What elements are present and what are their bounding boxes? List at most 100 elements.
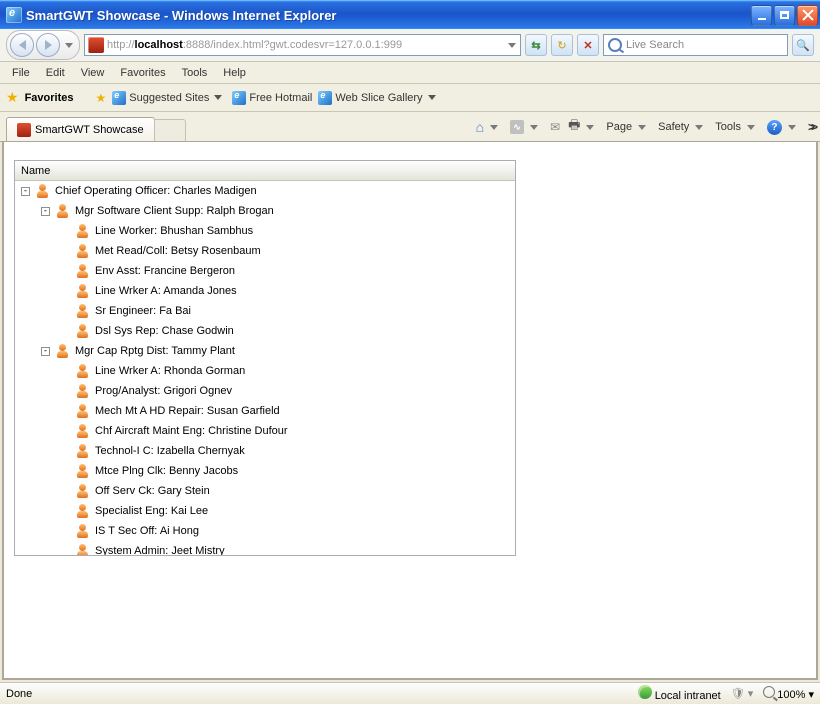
- favorites-label[interactable]: Favorites: [25, 92, 74, 104]
- tree-node[interactable]: Technol-I C: Izabella Chernyak: [15, 441, 515, 461]
- security-zone[interactable]: Local intranet: [638, 685, 721, 702]
- browser-tab[interactable]: SmartGWT Showcase: [6, 117, 155, 141]
- close-button[interactable]: [797, 5, 818, 26]
- tree-node-label: Met Read/Coll: Betsy Rosenbaum: [95, 245, 261, 257]
- add-favorite-icon[interactable]: ★: [95, 91, 106, 105]
- tree-node[interactable]: -Chief Operating Officer: Charles Madige…: [15, 181, 515, 201]
- free-hotmail-link[interactable]: Free Hotmail: [232, 91, 312, 105]
- search-box[interactable]: Live Search: [603, 34, 788, 56]
- window-title: SmartGWT Showcase - Windows Internet Exp…: [26, 8, 751, 23]
- menu-file[interactable]: File: [4, 64, 38, 82]
- ie-link-icon: [318, 91, 332, 105]
- tree-node[interactable]: Dsl Sys Rep: Chase Godwin: [15, 321, 515, 341]
- collapse-icon[interactable]: -: [41, 347, 50, 356]
- protected-mode-button[interactable]: 🛡 ▾: [731, 687, 754, 700]
- person-icon: [75, 323, 91, 339]
- tree-node-label: Prog/Analyst: Grigori Ognev: [95, 385, 232, 397]
- web-slice-gallery-link[interactable]: Web Slice Gallery: [318, 91, 439, 105]
- forward-button[interactable]: [36, 33, 60, 57]
- tree-node[interactable]: Off Serv Ck: Gary Stein: [15, 481, 515, 501]
- home-button[interactable]: ⌂: [476, 119, 502, 135]
- overflow-button[interactable]: >>: [808, 120, 814, 134]
- minimize-button[interactable]: [751, 5, 772, 26]
- favorites-bar: ★ Favorites ★ Suggested Sites Free Hotma…: [0, 84, 820, 112]
- person-icon: [75, 263, 91, 279]
- maximize-button[interactable]: [774, 5, 795, 26]
- page-menu[interactable]: Page: [606, 121, 650, 133]
- search-placeholder: Live Search: [626, 39, 684, 51]
- tree-node-label: Off Serv Ck: Gary Stein: [95, 485, 210, 497]
- tree-node[interactable]: Mech Mt A HD Repair: Susan Garfield: [15, 401, 515, 421]
- tree-node[interactable]: IS T Sec Off: Ai Hong: [15, 521, 515, 541]
- zoom-control[interactable]: 100% ▾: [763, 686, 814, 701]
- refresh-button[interactable]: ↻: [551, 34, 573, 56]
- menu-bar: File Edit View Favorites Tools Help: [0, 62, 820, 84]
- tree-node[interactable]: Sr Engineer: Fa Bai: [15, 301, 515, 321]
- tree-node[interactable]: Line Wrker A: Amanda Jones: [15, 281, 515, 301]
- safety-menu[interactable]: Safety: [658, 121, 707, 133]
- tree-column-header[interactable]: Name: [15, 161, 515, 181]
- tree-node[interactable]: - Mgr Software Client Supp: Ralph Brogan: [15, 201, 515, 221]
- tree-node[interactable]: Met Read/Coll: Betsy Rosenbaum: [15, 241, 515, 261]
- window-titlebar: SmartGWT Showcase - Windows Internet Exp…: [0, 0, 820, 29]
- tree-node-label: Line Worker: Bhushan Sambhus: [95, 225, 253, 237]
- stop-button[interactable]: ✕: [577, 34, 599, 56]
- tree-grid: Name -Chief Operating Officer: Charles M…: [14, 160, 516, 556]
- tree-node[interactable]: Line Worker: Bhushan Sambhus: [15, 221, 515, 241]
- suggested-sites-link[interactable]: Suggested Sites: [112, 91, 226, 105]
- tree-node-label: Specialist Eng: Kai Lee: [95, 505, 208, 517]
- collapse-icon[interactable]: -: [21, 187, 30, 196]
- person-icon: [75, 363, 91, 379]
- menu-help[interactable]: Help: [215, 64, 254, 82]
- person-icon: [55, 203, 71, 219]
- tree-node[interactable]: System Admin: Jeet Mistry: [15, 541, 515, 555]
- new-tab-button[interactable]: [154, 119, 186, 141]
- tree-node[interactable]: Specialist Eng: Kai Lee: [15, 501, 515, 521]
- print-button[interactable]: 🖶: [568, 116, 598, 138]
- feeds-button[interactable]: ∿: [510, 120, 542, 134]
- person-icon: [75, 403, 91, 419]
- menu-tools[interactable]: Tools: [174, 64, 216, 82]
- home-icon: ⌂: [476, 119, 484, 135]
- tree-node[interactable]: - Mgr Cap Rptg Dist: Tammy Plant: [15, 341, 515, 361]
- favorites-star-icon[interactable]: ★: [6, 89, 19, 106]
- menu-favorites[interactable]: Favorites: [112, 64, 173, 82]
- chevron-down-icon: [428, 95, 436, 100]
- ie-link-icon: [112, 91, 126, 105]
- person-icon: [75, 283, 91, 299]
- tree-node[interactable]: Mtce Plng Clk: Benny Jacobs: [15, 461, 515, 481]
- tree-node[interactable]: Line Wrker A: Rhonda Gorman: [15, 361, 515, 381]
- tree-node-label: Sr Engineer: Fa Bai: [95, 305, 191, 317]
- tree-node-label: Mgr Cap Rptg Dist: Tammy Plant: [75, 345, 235, 357]
- read-mail-button[interactable]: ✉: [550, 120, 560, 134]
- address-bar[interactable]: http://localhost:8888/index.html?gwt.cod…: [84, 34, 521, 56]
- tab-title: SmartGWT Showcase: [35, 124, 144, 136]
- person-icon: [75, 303, 91, 319]
- address-dropdown[interactable]: [508, 43, 516, 48]
- collapse-icon[interactable]: -: [41, 207, 50, 216]
- zone-icon: [638, 685, 652, 699]
- tree-body[interactable]: -Chief Operating Officer: Charles Madige…: [15, 181, 515, 555]
- tree-node[interactable]: Chf Aircraft Maint Eng: Christine Dufour: [15, 421, 515, 441]
- search-button[interactable]: 🔍: [792, 34, 814, 56]
- chevron-down-icon: [695, 125, 703, 130]
- help-button[interactable]: ?: [767, 120, 800, 135]
- compat-view-button[interactable]: ⇆: [525, 34, 547, 56]
- person-icon: [55, 343, 71, 359]
- tree-node-label: Mgr Software Client Supp: Ralph Brogan: [75, 205, 274, 217]
- person-icon: [75, 543, 91, 555]
- back-button[interactable]: [10, 33, 34, 57]
- tree-node-label: Mtce Plng Clk: Benny Jacobs: [95, 465, 238, 477]
- nav-history-dropdown[interactable]: [65, 43, 73, 48]
- tools-menu[interactable]: Tools: [715, 121, 759, 133]
- person-icon: [75, 523, 91, 539]
- tree-node[interactable]: Env Asst: Francine Bergeron: [15, 261, 515, 281]
- help-icon: ?: [767, 120, 782, 135]
- tree-node-label: Chf Aircraft Maint Eng: Christine Dufour: [95, 425, 288, 437]
- menu-view[interactable]: View: [73, 64, 113, 82]
- url-text: http://localhost:8888/index.html?gwt.cod…: [107, 39, 504, 51]
- menu-edit[interactable]: Edit: [38, 64, 73, 82]
- tree-node[interactable]: Prog/Analyst: Grigori Ognev: [15, 381, 515, 401]
- person-icon: [75, 223, 91, 239]
- tab-site-icon: [17, 123, 31, 137]
